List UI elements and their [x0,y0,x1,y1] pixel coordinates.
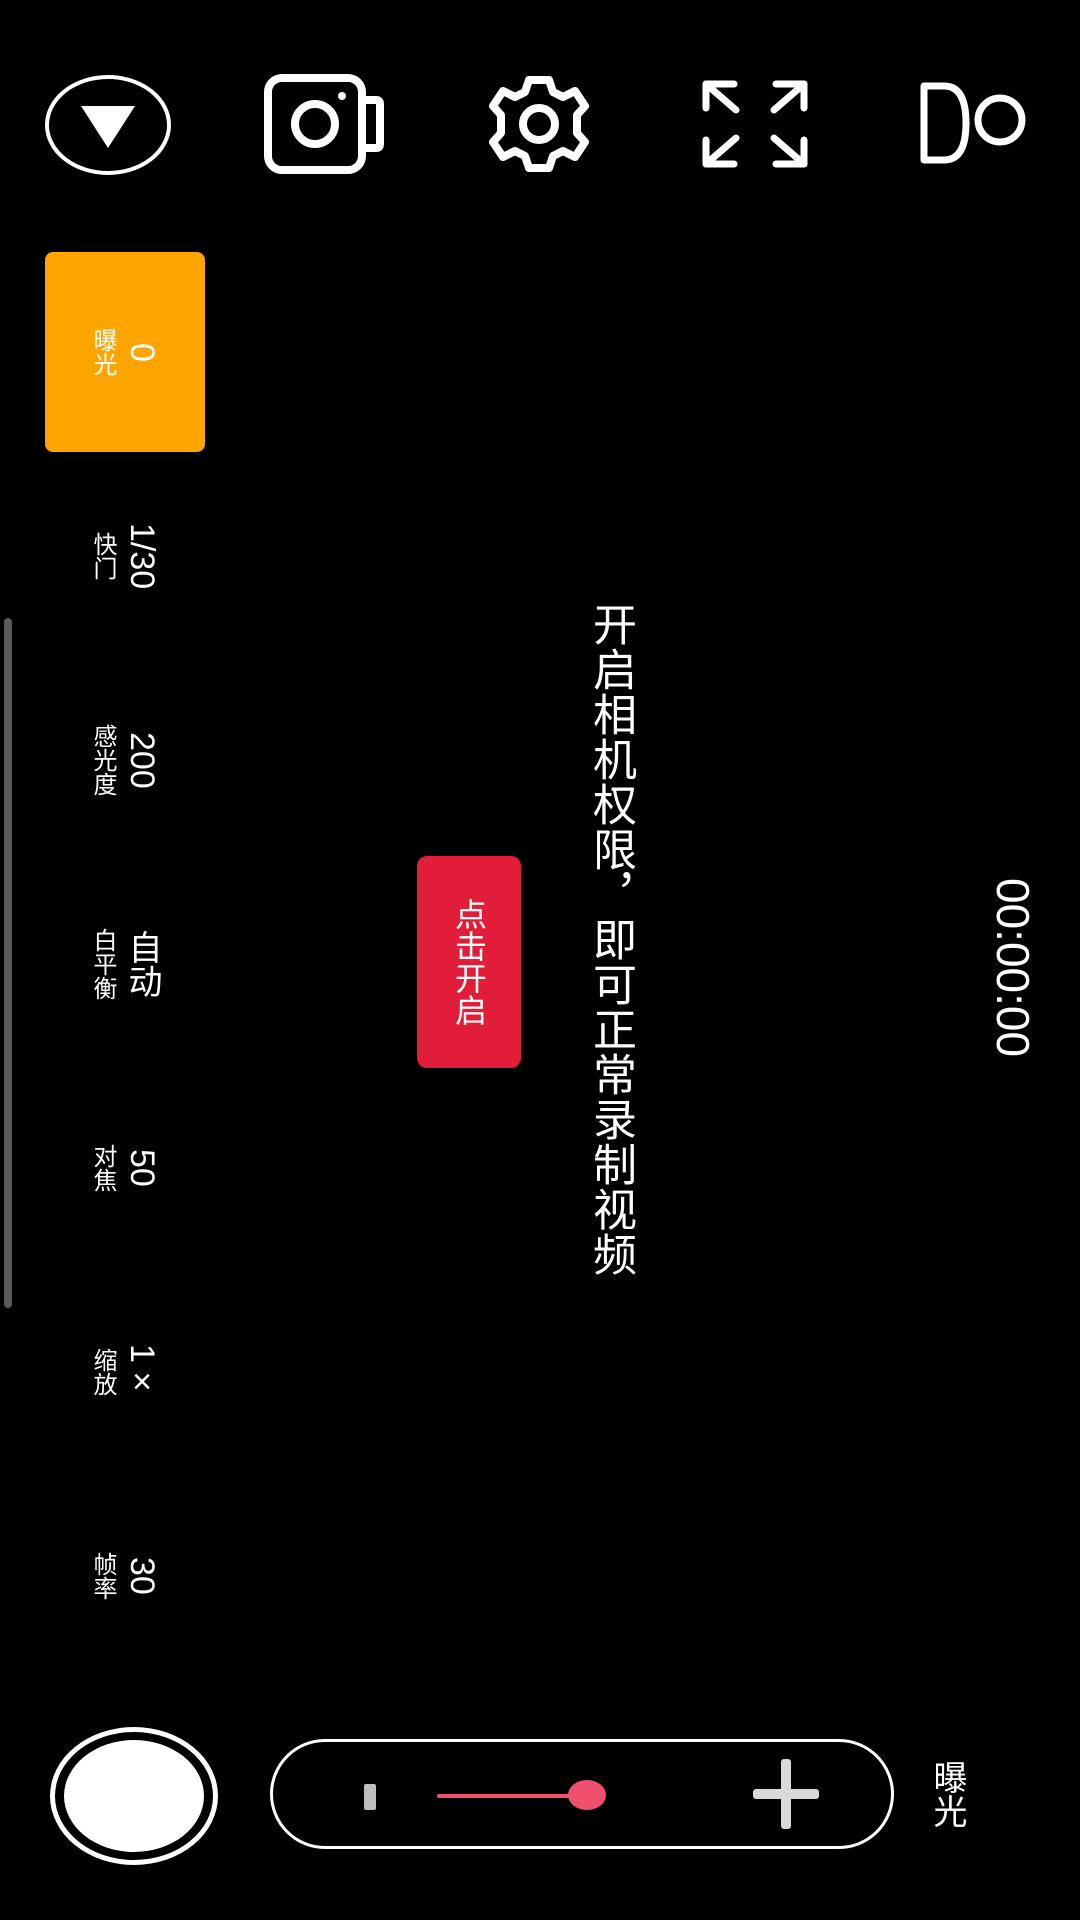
record-button[interactable] [50,1727,218,1865]
param-value: 200 [123,731,161,789]
param-zoom[interactable]: 1× 缩放 [45,1272,205,1472]
slider-thumb[interactable] [568,1780,606,1810]
param-frame-rate[interactable]: 30 帧率 [45,1476,205,1676]
record-button-inner [64,1740,204,1852]
slider-label: 曝光 [927,1760,967,1828]
open-permission-button[interactable]: 点击开启 [417,856,521,1068]
param-value: 30 [123,1557,161,1595]
scrollbar[interactable] [4,618,12,1308]
param-exposure[interactable]: 0 曝光 [45,252,205,452]
play-triangle-icon[interactable] [44,74,172,176]
camera-icon[interactable] [264,74,384,174]
param-label: 白平衡 [89,928,117,1000]
param-value: 0 [123,342,161,362]
recording-timer: 00:00:00 [987,878,1039,1058]
param-value: 自动 [123,930,161,998]
expand-arrows-icon[interactable] [700,78,810,170]
permission-message: 开启相机权限，即可正常录制视频 [585,602,636,1277]
param-value: 1/30 [123,522,161,590]
param-value: 50 [123,1149,161,1187]
camera-screen: 0 曝光 1/30 快门 200 感光度 自动 白平衡 50 对焦 1× 缩放 … [0,0,1080,1920]
param-iso[interactable]: 200 感光度 [45,660,205,860]
gear-icon[interactable] [478,74,600,174]
param-label: 对焦 [89,1144,117,1192]
toggle-capsule-icon[interactable] [916,80,1028,166]
param-label: 曝光 [89,328,117,376]
param-label: 感光度 [89,724,117,796]
minus-icon[interactable] [364,1784,376,1810]
param-focus[interactable]: 50 对焦 [45,1068,205,1268]
param-label: 缩放 [89,1348,117,1396]
param-value: 1× [123,1343,161,1401]
plus-icon[interactable] [753,1759,819,1829]
param-shutter[interactable]: 1/30 快门 [45,456,205,656]
exposure-slider[interactable] [270,1739,894,1849]
param-label: 快门 [89,532,117,580]
open-permission-label: 点击开启 [450,898,488,1026]
slider-fill [437,1794,587,1798]
param-label: 帧率 [89,1552,117,1600]
param-white-balance[interactable]: 自动 白平衡 [45,864,205,1064]
